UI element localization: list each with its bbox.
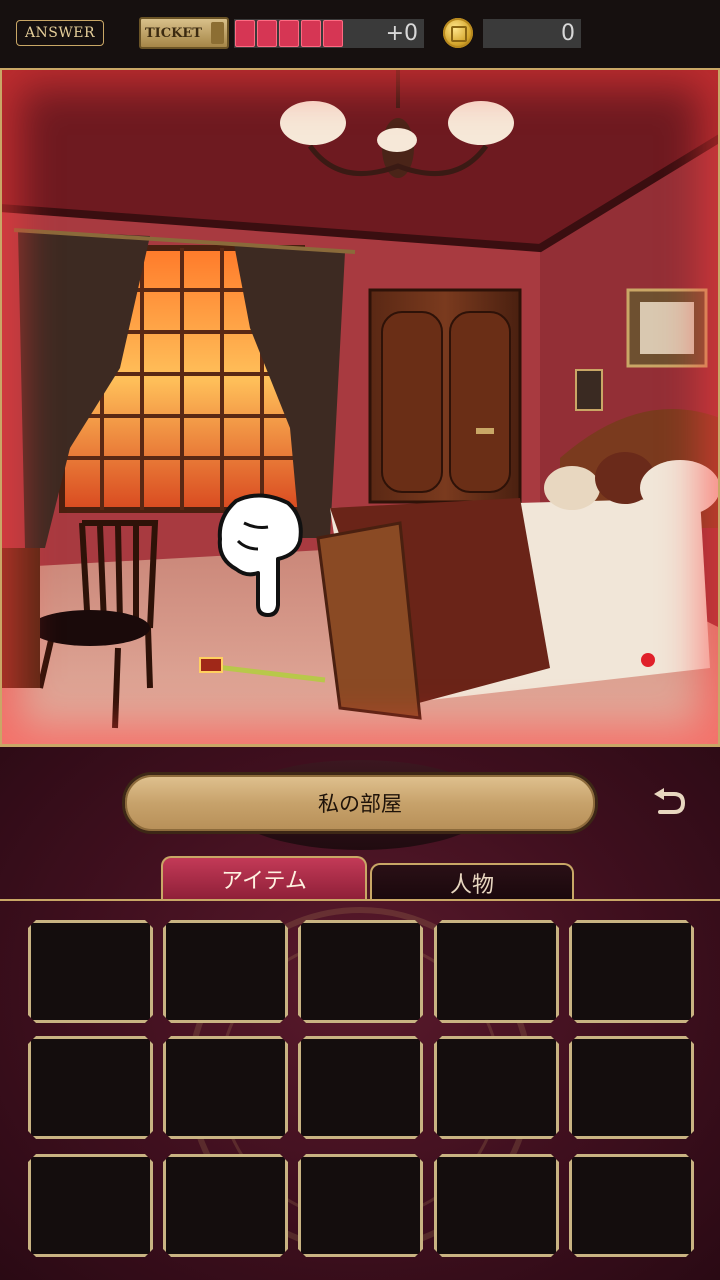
- top-hud: ANSWER TICKET +0 0: [0, 0, 720, 68]
- inventory-slot[interactable]: [434, 1154, 559, 1257]
- ticket-meter: +0: [234, 19, 424, 48]
- inventory-slot[interactable]: [298, 1154, 423, 1257]
- room-name-plate: 私の部屋: [122, 772, 598, 834]
- inventory-slot[interactable]: [569, 1154, 694, 1257]
- inventory-slot[interactable]: [434, 1036, 559, 1139]
- ticket-label: TICKET: [145, 25, 202, 41]
- room-name: 私の部屋: [318, 792, 402, 816]
- room-illustration: [0, 68, 720, 746]
- coin-count: 0: [561, 21, 575, 46]
- inventory-slot[interactable]: [569, 920, 694, 1023]
- inventory-slot[interactable]: [163, 920, 288, 1023]
- inventory-slot[interactable]: [28, 1036, 153, 1139]
- undo-arrow-icon: [654, 788, 686, 814]
- ticket-pip: [279, 20, 299, 47]
- room-scene[interactable]: [0, 68, 720, 746]
- inventory-slot[interactable]: [163, 1154, 288, 1257]
- back-button[interactable]: [648, 782, 690, 824]
- coin-icon: [443, 18, 473, 48]
- coin-meter: 0: [483, 19, 581, 48]
- inventory-slot[interactable]: [434, 920, 559, 1023]
- ticket-count: +0: [385, 21, 418, 46]
- tab-items-label: アイテム: [221, 869, 307, 894]
- inventory-slot[interactable]: [28, 1154, 153, 1257]
- inventory-slot[interactable]: [298, 920, 423, 1023]
- answer-button[interactable]: ANSWER: [16, 20, 104, 46]
- ticket-pip: [323, 20, 343, 47]
- tab-people-label: 人物: [449, 872, 494, 898]
- tab-items[interactable]: アイテム: [161, 856, 367, 900]
- inventory-slot[interactable]: [298, 1036, 423, 1139]
- tab-divider: [0, 899, 720, 901]
- inventory-slot[interactable]: [163, 1036, 288, 1139]
- ticket-pip: [235, 20, 255, 47]
- ticket-pip: [301, 20, 321, 47]
- ticket-icon: TICKET: [139, 17, 229, 49]
- inventory-slot[interactable]: [28, 920, 153, 1023]
- pointing-hand-icon: [217, 493, 303, 617]
- inventory-slot[interactable]: [569, 1036, 694, 1139]
- tab-people[interactable]: 人物: [370, 863, 574, 900]
- ticket-stub: [211, 22, 224, 44]
- ticket-pip: [257, 20, 277, 47]
